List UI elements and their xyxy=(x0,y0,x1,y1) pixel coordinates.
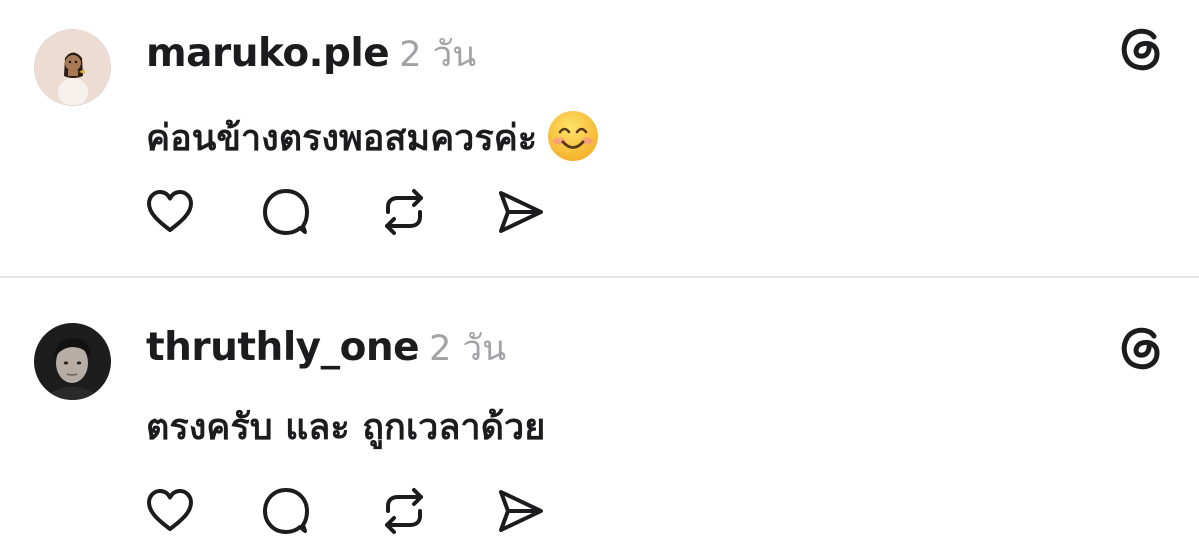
thread-post: maruko.ple 2 วัน ค่อนข้างตรงพอสมควรค่ะ xyxy=(0,0,1199,276)
repost-icon[interactable] xyxy=(378,485,430,537)
send-icon[interactable] xyxy=(494,186,546,238)
comment-bubble-icon[interactable] xyxy=(260,186,312,238)
timestamp: 2 วัน xyxy=(399,35,477,75)
avatar[interactable] xyxy=(34,29,111,106)
post-text: ค่อนข้างตรงพอสมควรค่ะ xyxy=(146,110,599,162)
post-text-content: ค่อนข้างตรงพอสมควรค่ะ xyxy=(146,118,538,159)
threads-logo-icon[interactable] xyxy=(1115,22,1167,74)
repost-icon[interactable] xyxy=(378,186,430,238)
username[interactable]: maruko.ple xyxy=(146,31,390,76)
send-icon[interactable] xyxy=(494,485,546,537)
post-header: thruthly_one 2 วัน xyxy=(146,328,506,367)
heart-icon[interactable] xyxy=(144,186,196,238)
heart-icon[interactable] xyxy=(144,485,196,537)
smiling-face-emoji xyxy=(547,110,599,162)
comment-bubble-icon[interactable] xyxy=(260,485,312,537)
username[interactable]: thruthly_one xyxy=(146,325,420,370)
post-text-content: ตรงครับ และ ถูกเวลาด้วย xyxy=(146,407,546,448)
thread-post: thruthly_one 2 วัน ตรงครับ และ ถูกเวลาด้ว… xyxy=(0,278,1199,553)
post-text: ตรงครับ และ ถูกเวลาด้วย xyxy=(146,410,545,446)
threads-logo-icon[interactable] xyxy=(1115,321,1167,373)
avatar[interactable] xyxy=(34,323,111,400)
post-header: maruko.ple 2 วัน xyxy=(146,34,476,73)
timestamp: 2 วัน xyxy=(429,329,507,369)
